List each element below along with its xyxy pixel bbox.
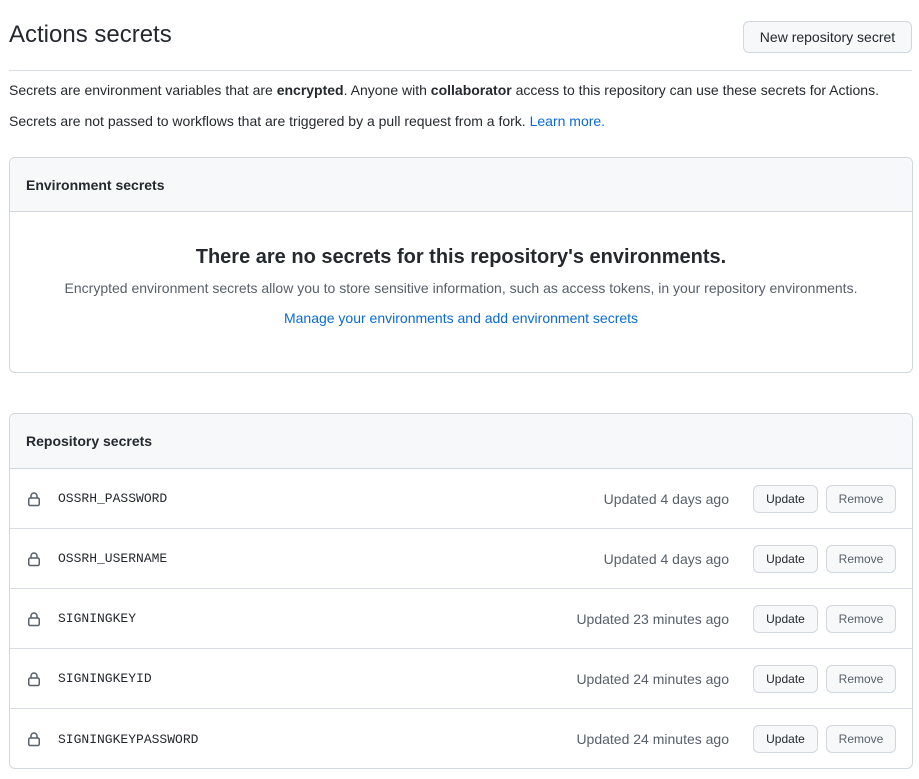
page-header: Actions secrets New repository secret	[9, 0, 912, 71]
environment-secrets-header: Environment secrets	[10, 158, 912, 212]
secret-row: SIGNINGKEYPASSWORD Updated 24 minutes ag…	[10, 709, 912, 768]
collaborator-emphasis: collaborator	[430, 82, 512, 98]
secret-name: OSSRH_PASSWORD	[58, 491, 168, 506]
secret-updated-time: Updated 4 days ago	[603, 550, 729, 567]
remove-secret-button[interactable]: Remove	[826, 605, 896, 633]
secret-name: OSSRH_USERNAME	[58, 551, 168, 566]
remove-secret-button[interactable]: Remove	[826, 665, 896, 693]
lock-icon	[28, 552, 40, 567]
remove-secret-button[interactable]: Remove	[826, 545, 896, 573]
secret-row: SIGNINGKEYID Updated 24 minutes ago Upda…	[10, 649, 912, 709]
lock-icon	[28, 672, 40, 687]
secret-name: SIGNINGKEY	[58, 611, 137, 626]
description-text: . Anyone with	[343, 82, 431, 98]
remove-secret-button[interactable]: Remove	[826, 485, 896, 513]
update-secret-button[interactable]: Update	[753, 605, 818, 633]
page-title: Actions secrets	[9, 21, 172, 48]
repository-secrets-header: Repository secrets	[10, 414, 912, 469]
manage-environments-link[interactable]: Manage your environments and add environ…	[284, 310, 638, 326]
blankslate-title: There are no secrets for this repository…	[195, 246, 727, 268]
update-secret-button[interactable]: Update	[753, 725, 818, 753]
secret-row: SIGNINGKEY Updated 23 minutes ago Update…	[10, 589, 912, 649]
update-secret-button[interactable]: Update	[753, 545, 818, 573]
fork-notice: Secrets are not passed to workflows that…	[9, 111, 605, 131]
remove-secret-button[interactable]: Remove	[826, 725, 896, 753]
secret-updated-time: Updated 24 minutes ago	[576, 670, 729, 687]
environment-secrets-blankslate: There are no secrets for this repository…	[10, 246, 912, 328]
secret-row: OSSRH_USERNAME Updated 4 days ago Update…	[10, 529, 912, 589]
lock-icon	[28, 732, 40, 747]
secret-updated-time: Updated 4 days ago	[603, 490, 729, 507]
lock-icon	[28, 612, 40, 627]
secret-name: SIGNINGKEYPASSWORD	[58, 731, 199, 747]
secrets-description: Secrets are environment variables that a…	[9, 80, 879, 100]
learn-more-link[interactable]: Learn more.	[530, 113, 605, 129]
description-text: access to this repository can use these …	[511, 82, 879, 98]
actions-secrets-page: Actions secrets New repository secret Se…	[0, 0, 919, 779]
secret-updated-time: Updated 23 minutes ago	[576, 610, 729, 627]
encrypted-emphasis: encrypted	[276, 82, 344, 98]
blankslate-description: Encrypted environment secrets allow you …	[64, 280, 858, 296]
new-repository-secret-button[interactable]: New repository secret	[743, 21, 912, 53]
lock-icon	[28, 492, 40, 507]
environment-secrets-box: Environment secrets There are no secrets…	[9, 157, 913, 373]
secret-list: OSSRH_PASSWORD Updated 4 days ago Update…	[10, 469, 912, 768]
secret-name: SIGNINGKEYID	[58, 671, 152, 686]
secret-row: OSSRH_PASSWORD Updated 4 days ago Update…	[10, 469, 912, 529]
description-text: Secrets are environment variables that a…	[9, 82, 277, 98]
repository-secrets-box: Repository secrets OSSRH_PASSWORD Update…	[9, 413, 913, 769]
update-secret-button[interactable]: Update	[753, 665, 818, 693]
update-secret-button[interactable]: Update	[753, 485, 818, 513]
secret-updated-time: Updated 24 minutes ago	[576, 731, 729, 747]
fork-notice-text: Secrets are not passed to workflows that…	[9, 113, 530, 129]
